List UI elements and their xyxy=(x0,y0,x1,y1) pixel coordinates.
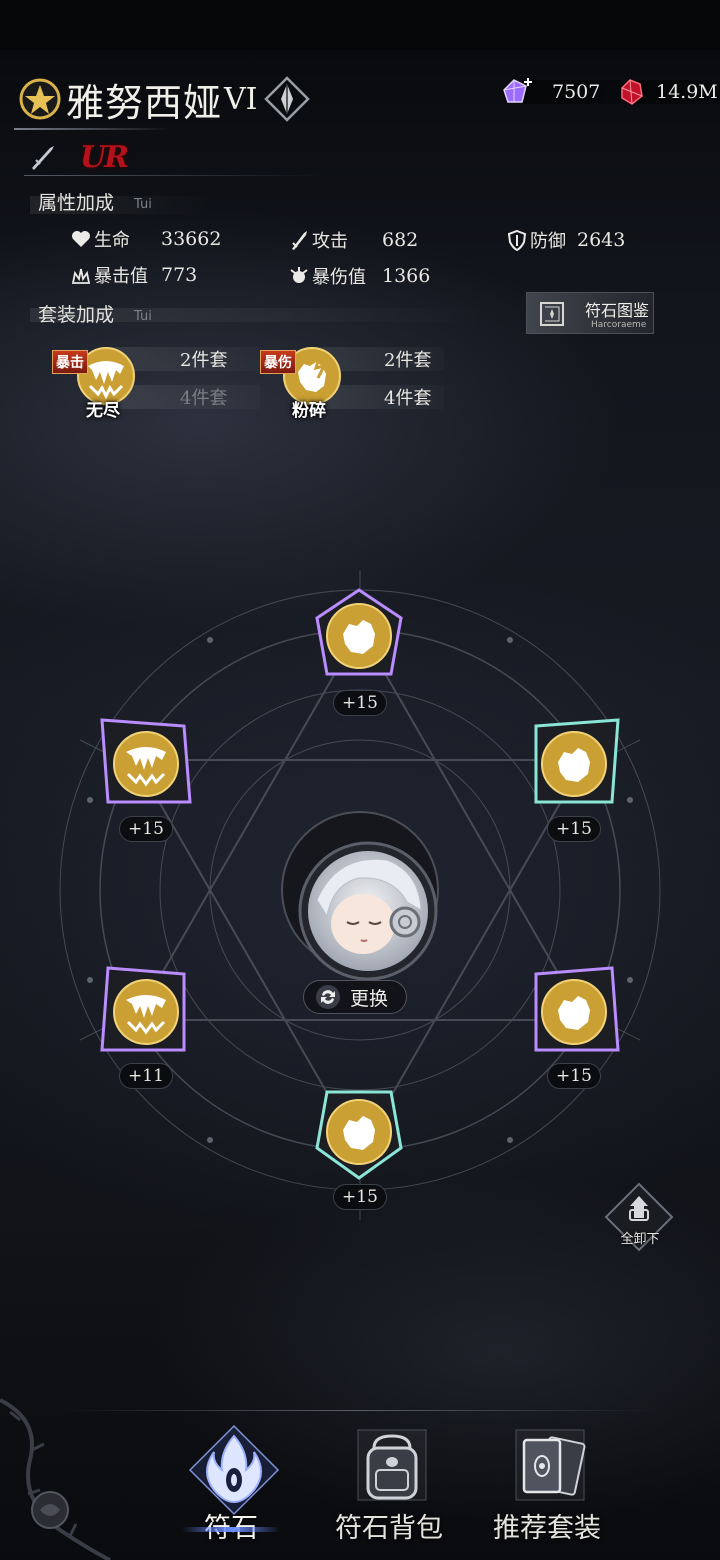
fist-rune-icon xyxy=(315,1090,403,1180)
fist-rune-icon xyxy=(315,588,403,676)
unequip-all-label: 全卸下 xyxy=(620,1232,660,1247)
stat-hp-label: 生命 xyxy=(94,230,130,251)
crystal-amount: 14.9M xyxy=(656,81,718,103)
hero-tier: VI xyxy=(224,81,258,117)
rune-slot-upper-left-level: +15 xyxy=(119,816,173,842)
fang-rune-icon xyxy=(100,966,186,1052)
stat-crit-value: 773 xyxy=(161,264,198,286)
star-rank-icon xyxy=(18,77,62,121)
rune-slot-bottom[interactable] xyxy=(307,1080,411,1184)
crit-icon xyxy=(70,264,92,286)
stat-defense: 防御 2643 xyxy=(506,226,625,254)
stat-crit-damage-label: 暴伤值 xyxy=(312,267,366,288)
rune-slot-upper-left[interactable] xyxy=(94,712,198,816)
rune-slot-upper-right-level: +15 xyxy=(547,816,601,842)
bottom-divider xyxy=(60,1410,660,1411)
stat-crit-damage: 暴伤值 1366 xyxy=(288,262,430,290)
rune-flame-icon xyxy=(188,1424,280,1516)
crit-damage-icon xyxy=(288,265,310,287)
sword-icon xyxy=(288,229,310,251)
cards-icon xyxy=(515,1429,586,1501)
stat-hp: 生命 33662 xyxy=(70,225,221,253)
purple-gem-icon xyxy=(503,78,532,103)
hero-name-row: 雅努西娅 VI xyxy=(18,72,328,126)
set-bonus-subtitle: Tui xyxy=(134,309,152,324)
nav-tab-rune-bag-label: 符石背包 xyxy=(335,1513,443,1544)
set2-name: 粉碎 xyxy=(292,401,326,421)
fist-rune-icon xyxy=(534,966,620,1052)
rune-slot-top-level: +15 xyxy=(333,690,387,716)
nav-tab-rune[interactable]: 符石 xyxy=(156,1422,306,1552)
hero-portrait[interactable] xyxy=(297,840,439,982)
attributes-title: 属性加成 xyxy=(38,192,115,214)
fang-rune-icon xyxy=(100,718,192,804)
fist-rune-icon xyxy=(534,718,620,804)
attributes-subtitle: Tui xyxy=(134,197,152,212)
hero-name: 雅努西娅 xyxy=(66,80,223,125)
set1-tag: 暴击 xyxy=(52,350,88,374)
red-crystal-icon xyxy=(621,79,643,105)
active-tab-indicator xyxy=(182,1527,280,1532)
rune-codex-sub: Harcoraeme xyxy=(591,320,647,330)
rarity-badge: UR xyxy=(80,140,129,175)
stat-hp-value: 33662 xyxy=(161,228,222,250)
swap-label: 更换 xyxy=(350,987,389,1010)
stat-crit: 暴击值 773 xyxy=(70,261,197,289)
rune-slot-top[interactable] xyxy=(307,584,411,688)
stat-defense-value: 2643 xyxy=(577,229,626,251)
rarity-divider xyxy=(24,175,324,176)
swap-hero-button[interactable]: 更换 xyxy=(303,980,407,1014)
refresh-icon xyxy=(316,985,340,1009)
stat-attack-value: 682 xyxy=(382,229,419,251)
rune-slot-lower-right-level: +15 xyxy=(547,1063,601,1089)
rune-slot-lower-right[interactable] xyxy=(522,960,626,1064)
stat-attack: 攻击 682 xyxy=(288,226,418,254)
gem-amount: 7507 xyxy=(552,81,601,103)
crystal-currency[interactable]: 14.9M xyxy=(614,76,720,108)
rune-slot-lower-left[interactable] xyxy=(94,960,198,1064)
name-divider xyxy=(14,128,172,130)
nav-tab-rune-label: 符石 xyxy=(204,1513,258,1544)
set1-name: 无尽 xyxy=(86,401,120,421)
stat-attack-label: 攻击 xyxy=(312,231,348,252)
rune-codex-label: 符石图鉴 xyxy=(585,301,650,320)
heart-icon xyxy=(70,228,92,250)
stat-defense-label: 防御 xyxy=(530,231,566,252)
nav-tab-rune-bag[interactable]: 符石背包 xyxy=(314,1422,464,1552)
book-icon xyxy=(540,302,564,326)
rune-slot-upper-right[interactable] xyxy=(522,712,626,816)
gem-currency[interactable]: 7507 xyxy=(500,76,630,108)
set2-tag: 暴伤 xyxy=(260,350,296,374)
rune-codex-button[interactable]: 符石图鉴 Harcoraeme xyxy=(526,292,654,334)
thorn-rose-decoration xyxy=(0,1398,111,1560)
nav-tab-recommended-sets[interactable]: 推荐套装 xyxy=(472,1422,622,1552)
status-bar-area xyxy=(0,0,720,50)
backpack-icon xyxy=(357,1429,427,1501)
weapon-type-icon xyxy=(28,142,58,172)
nav-tab-recommended-sets-label: 推荐套装 xyxy=(493,1513,601,1544)
set-bonus-title: 套装加成 xyxy=(38,304,115,326)
rune-slot-lower-left-level: +11 xyxy=(119,1063,173,1089)
rune-slot-bottom-level: +15 xyxy=(333,1184,387,1210)
stat-crit-label: 暴击值 xyxy=(94,266,148,287)
class-icon xyxy=(263,76,310,122)
shield-icon xyxy=(506,229,528,251)
stat-crit-damage-value: 1366 xyxy=(382,265,431,287)
